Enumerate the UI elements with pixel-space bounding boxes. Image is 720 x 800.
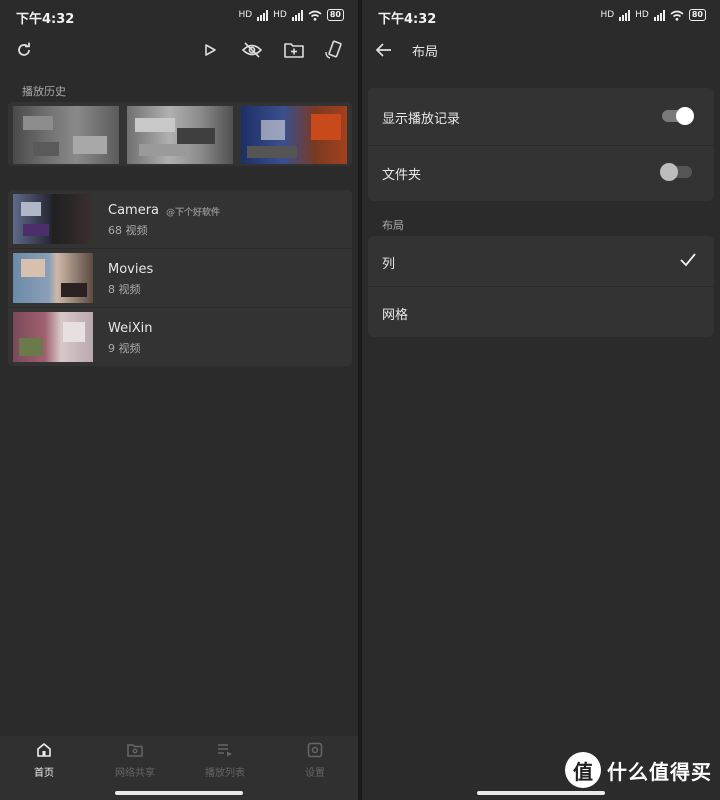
right-screen: 下午4:32 HD HD 80 布局 显示播放记录 文件夹 布局 列 网格 [362, 0, 720, 800]
folder-network-icon [127, 744, 143, 757]
history-thumbnail[interactable] [241, 106, 347, 164]
watermark-text: 什么值得买 [607, 759, 712, 784]
folder-row[interactable]: Movies 8 视频 [8, 249, 352, 308]
folder-row[interactable]: Camera @下个好软件 68 视频 [8, 190, 352, 249]
show-history-row[interactable]: 显示播放记录 [368, 88, 714, 144]
nav-label: 播放列表 [205, 768, 245, 779]
folder-thumbnail [13, 253, 93, 303]
layout-option-list[interactable]: 列 [368, 236, 714, 286]
status-time: 下午4:32 [16, 12, 75, 27]
battery-icon: 80 [326, 9, 344, 21]
playlist-icon [218, 744, 232, 757]
history-thumbnail[interactable] [127, 106, 233, 164]
option-grid-label: 网格 [382, 308, 409, 323]
site-watermark: 值 什么值得买 [565, 752, 712, 788]
watermark-text: @下个好软件 [166, 208, 221, 218]
status-icons: HD HD 80 [238, 9, 344, 21]
status-bar: 下午4:32 HD HD 80 [0, 0, 358, 32]
home-indicator[interactable] [477, 791, 605, 795]
status-time: 下午4:32 [378, 12, 437, 27]
status-icons: HD HD 80 [600, 9, 706, 21]
folder-row[interactable]: WeiXin 9 视频 [8, 308, 352, 366]
folder-name: WeiXin [108, 321, 153, 336]
watermark-logo-char: 值 [573, 759, 593, 784]
history-thumbnail[interactable] [13, 106, 119, 164]
refresh-button[interactable] [12, 38, 36, 62]
folder-row-setting[interactable]: 文件夹 [368, 146, 714, 201]
settings-icon [307, 742, 323, 758]
layout-option-grid[interactable]: 网格 [368, 287, 714, 337]
folder-switch[interactable] [660, 163, 692, 181]
nav-label: 首页 [34, 768, 54, 779]
play-button[interactable] [198, 38, 222, 62]
option-list-label: 列 [382, 257, 396, 272]
folder-thumbnail [13, 194, 93, 244]
nav-settings[interactable]: 设置 [275, 742, 355, 779]
folder-count: 8 视频 [108, 283, 141, 296]
folder-count: 68 视频 [108, 224, 148, 237]
hide-button[interactable] [240, 38, 264, 62]
toolbar: 布局 [362, 32, 720, 66]
rotate-screen-icon [325, 40, 342, 59]
checkmark-icon [680, 253, 696, 267]
signal-label: HD [600, 10, 615, 20]
play-history [8, 102, 352, 166]
toolbar [0, 32, 358, 66]
folder-add-icon [284, 43, 304, 58]
show-history-switch[interactable] [662, 107, 694, 125]
left-screen: 下午4:32 HD HD 80 播放历史 Camera @下个好软件 68 视频… [0, 0, 358, 800]
folder-count: 9 视频 [108, 342, 141, 355]
nav-home[interactable]: 首页 [4, 742, 84, 779]
signal-label-2: HD [635, 10, 649, 20]
layout-section-label: 布局 [382, 219, 404, 232]
switch-knob [660, 163, 678, 181]
signal-icon-2 [653, 9, 665, 21]
play-icon [205, 44, 216, 56]
folder-thumbnail [13, 312, 93, 362]
wifi-icon [670, 10, 684, 21]
signal-icon [257, 9, 269, 21]
status-bar: 下午4:32 HD HD 80 [362, 0, 720, 32]
layout-options-card: 列 网格 [368, 236, 714, 337]
battery-icon: 80 [688, 9, 706, 21]
folder-name: Movies [108, 262, 154, 277]
signal-icon-2 [291, 9, 303, 21]
signal-label: HD [238, 10, 253, 20]
back-button[interactable] [372, 38, 396, 62]
show-history-label: 显示播放记录 [382, 112, 461, 127]
eye-off-icon [242, 42, 262, 58]
signal-label-2: HD [273, 10, 287, 20]
nav-playlist[interactable]: 播放列表 [185, 742, 265, 779]
new-folder-button[interactable] [282, 38, 306, 62]
signal-icon [619, 9, 631, 21]
history-label: 播放历史 [22, 85, 66, 98]
wifi-icon [308, 10, 322, 21]
display-settings-card: 显示播放记录 文件夹 [368, 88, 714, 201]
folder-list: Camera @下个好软件 68 视频 Movies 8 视频 WeiXin 9… [8, 190, 352, 366]
home-indicator[interactable] [115, 791, 243, 795]
switch-knob [676, 107, 694, 125]
arrow-left-icon [375, 43, 391, 57]
folder-name: Camera [108, 203, 160, 218]
nav-label: 网络共享 [115, 768, 155, 779]
page-title: 布局 [412, 45, 439, 60]
nav-label: 设置 [305, 768, 325, 779]
refresh-icon [18, 42, 30, 56]
rotate-button[interactable] [322, 38, 346, 62]
bottom-nav: 首页 网络共享 播放列表 设置 [0, 736, 358, 800]
folder-label: 文件夹 [382, 168, 422, 183]
nav-network-share[interactable]: 网络共享 [95, 742, 175, 779]
home-icon [37, 743, 51, 757]
watermark-logo: 值 [565, 752, 601, 788]
